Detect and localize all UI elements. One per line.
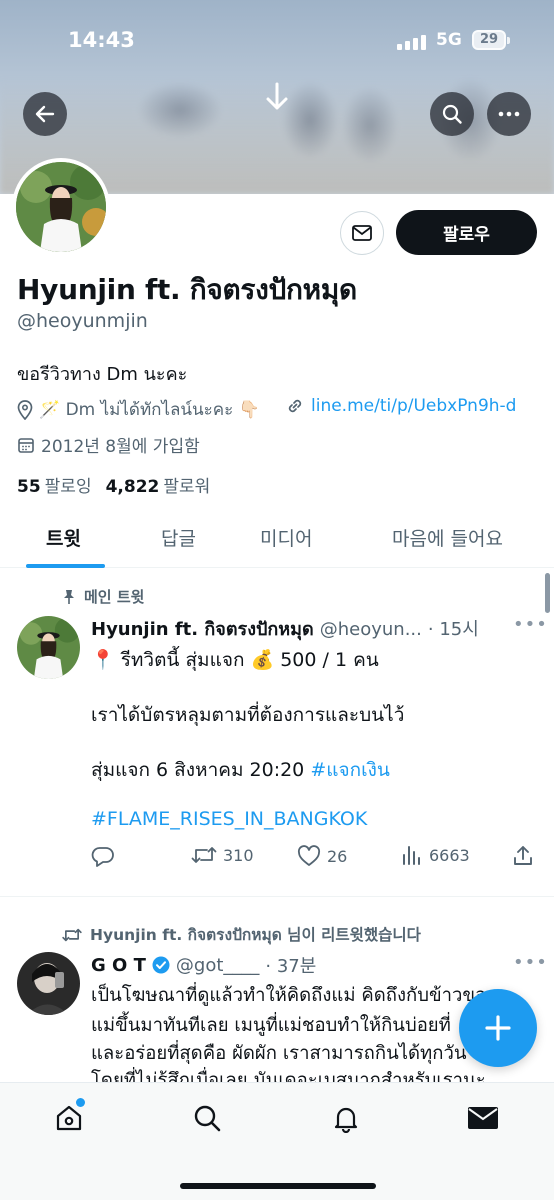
compose-button[interactable] bbox=[459, 989, 537, 1067]
joined-text: 2012년 8월에 가입함 bbox=[41, 437, 200, 457]
active-tab-indicator bbox=[26, 564, 105, 568]
tweet-line-2: เราได้บัตรหลุมตามที่ต้องการและบนไว้ bbox=[91, 704, 405, 726]
retweet-icon bbox=[62, 928, 82, 941]
tab-media[interactable]: 미디어 bbox=[260, 524, 312, 551]
reply-icon bbox=[91, 847, 114, 867]
tweet-author-name[interactable]: G O T bbox=[91, 955, 146, 976]
profile-tabs: 트윗 답글 미디어 마음에 들어요 bbox=[0, 510, 554, 568]
tweet-hashtag-2[interactable]: #FLAME_RISES_IN_BANGKOK bbox=[91, 808, 367, 830]
scrollbar[interactable] bbox=[545, 573, 550, 613]
nav-messages[interactable] bbox=[466, 1101, 500, 1135]
tweet-line-1: 📍 รีทวิตนี้ สุ่มแจก 💰 500 / 1 คน bbox=[91, 649, 379, 671]
tweet-actions: 310 26 6663 bbox=[91, 845, 541, 869]
following-label: 팔로잉 bbox=[44, 477, 92, 497]
calendar-icon bbox=[18, 437, 34, 453]
message-button[interactable] bbox=[340, 211, 384, 255]
followers-link[interactable]: 4,822 팔로워 bbox=[106, 472, 211, 497]
status-time: 14:43 bbox=[68, 28, 135, 52]
followers-count: 4,822 bbox=[105, 477, 160, 497]
location-text: 🪄 Dm ไม่ได้ทักไลน์นะคะ 👇🏻 bbox=[39, 400, 260, 420]
profile-meta: 🪄 Dm ไม่ได้ทักไลน์นะคะ 👇🏻 line.me/ti/p/U… bbox=[17, 396, 547, 420]
arrow-left-icon bbox=[35, 105, 55, 123]
followers-label: 팔로워 bbox=[163, 477, 211, 497]
profile-name: Hyunjin ft. กิจตรงปักหมุด bbox=[17, 273, 357, 306]
views-button[interactable]: 6663 bbox=[401, 845, 470, 865]
tweet-line-3: สุ่มแจก 6 สิงหาคม 20:20 #แจกเงิน bbox=[91, 755, 390, 785]
tweet-more-icon[interactable]: ••• bbox=[513, 614, 548, 635]
status-bar: 14:43 5G 29 bbox=[0, 26, 554, 60]
profile-link[interactable]: line.me/ti/p/UebxPn9h-d bbox=[285, 396, 516, 416]
verified-badge-icon bbox=[152, 956, 170, 974]
tweet-hashtag-1[interactable]: #แจกเงิน bbox=[310, 759, 390, 781]
network-label: 5G bbox=[436, 30, 462, 50]
more-icon bbox=[498, 111, 520, 117]
nav-search[interactable] bbox=[190, 1101, 224, 1135]
tweet-author-handle[interactable]: @heoyun... bbox=[320, 619, 422, 640]
following-count: 55 bbox=[17, 477, 41, 497]
tab-likes[interactable]: 마음에 들어요 bbox=[392, 524, 503, 551]
notification-dot bbox=[76, 1098, 85, 1107]
battery-icon: 29 bbox=[472, 30, 510, 50]
tweet-time: · 37분 bbox=[265, 956, 317, 977]
location-pin-icon bbox=[17, 399, 33, 420]
pin-icon bbox=[64, 589, 74, 604]
tweet-author-handle[interactable]: @got____ bbox=[176, 955, 260, 976]
link-text[interactable]: line.me/ti/p/UebxPn9h-d bbox=[311, 396, 516, 416]
tweet-divider bbox=[0, 896, 554, 897]
bottom-nav bbox=[0, 1082, 554, 1200]
tweet-author-name[interactable]: Hyunjin ft. กิจตรงปักหมุด bbox=[91, 614, 314, 643]
pinned-label-row: 메인 트윗 bbox=[62, 586, 144, 607]
share-icon bbox=[514, 846, 532, 865]
tab-tweets[interactable]: 트윗 bbox=[46, 524, 81, 551]
views-icon bbox=[403, 846, 420, 865]
profile-location: 🪄 Dm ไม่ได้ทักไลน์นะคะ 👇🏻 bbox=[17, 396, 260, 423]
reply-button[interactable] bbox=[91, 845, 115, 867]
search-icon bbox=[442, 104, 462, 124]
like-button[interactable]: 26 bbox=[297, 845, 347, 867]
profile-avatar[interactable] bbox=[12, 158, 110, 256]
more-button[interactable] bbox=[487, 92, 531, 136]
nav-home[interactable] bbox=[52, 1098, 86, 1135]
back-button[interactable] bbox=[23, 92, 67, 136]
tweet-header: G O T @got____ · 37분 bbox=[91, 952, 316, 978]
search-icon bbox=[194, 1105, 221, 1132]
profile-joined: 2012년 8월에 가입함 bbox=[17, 432, 200, 457]
search-button[interactable] bbox=[430, 92, 474, 136]
nav-notifications[interactable] bbox=[329, 1101, 363, 1135]
pull-down-arrow-icon bbox=[266, 82, 288, 110]
follow-stats: 55 팔로잉 4,822 팔로워 bbox=[17, 472, 210, 497]
tab-replies[interactable]: 답글 bbox=[161, 524, 196, 551]
profile-bio: ขอรีวิวทาง Dm นะคะ bbox=[17, 364, 188, 385]
plus-icon bbox=[485, 1015, 511, 1041]
tweet-time: · 15시 bbox=[427, 619, 479, 640]
profile-handle: @heoyunmjin bbox=[17, 310, 148, 332]
tweet-more-icon[interactable]: ••• bbox=[513, 952, 548, 973]
tweet-line-4: โดยที่ไม่รู้สึกเบื่อเลย มันเดอะเบสมากสำห… bbox=[91, 1070, 486, 1082]
mail-icon bbox=[468, 1107, 498, 1129]
home-icon bbox=[56, 1105, 82, 1131]
retweet-count: 310 bbox=[223, 845, 254, 865]
pinned-label: 메인 트윗 bbox=[84, 588, 145, 606]
retweeted-by-row: Hyunjin ft. กิจตรงปักหมุด 님이 리트윗했습니다 bbox=[62, 922, 421, 947]
tweet-header: Hyunjin ft. กิจตรงปักหมุด @heoyun... · 1… bbox=[91, 614, 479, 643]
link-icon bbox=[288, 399, 302, 413]
retweet-button[interactable]: 310 bbox=[191, 845, 254, 865]
home-indicator bbox=[180, 1183, 376, 1189]
bell-icon bbox=[334, 1107, 358, 1133]
mail-icon bbox=[352, 225, 372, 241]
tweet-avatar[interactable] bbox=[17, 952, 80, 1015]
share-button[interactable] bbox=[512, 845, 534, 867]
tweet-line-3-text: สุ่มแจก 6 สิงหาคม 20:20 bbox=[91, 759, 305, 781]
retweeted-by-label[interactable]: Hyunjin ft. กิจตรงปักหมุด 님이 리트윗했습니다 bbox=[90, 922, 421, 947]
tweet-avatar[interactable] bbox=[17, 616, 80, 679]
like-count: 26 bbox=[327, 846, 348, 866]
signal-icon bbox=[397, 34, 426, 50]
following-link[interactable]: 55 팔로잉 bbox=[17, 472, 92, 497]
retweet-icon bbox=[191, 847, 217, 863]
heart-icon bbox=[297, 845, 321, 866]
follow-button[interactable]: 팔로우 bbox=[396, 210, 537, 255]
views-count: 6663 bbox=[429, 845, 470, 865]
